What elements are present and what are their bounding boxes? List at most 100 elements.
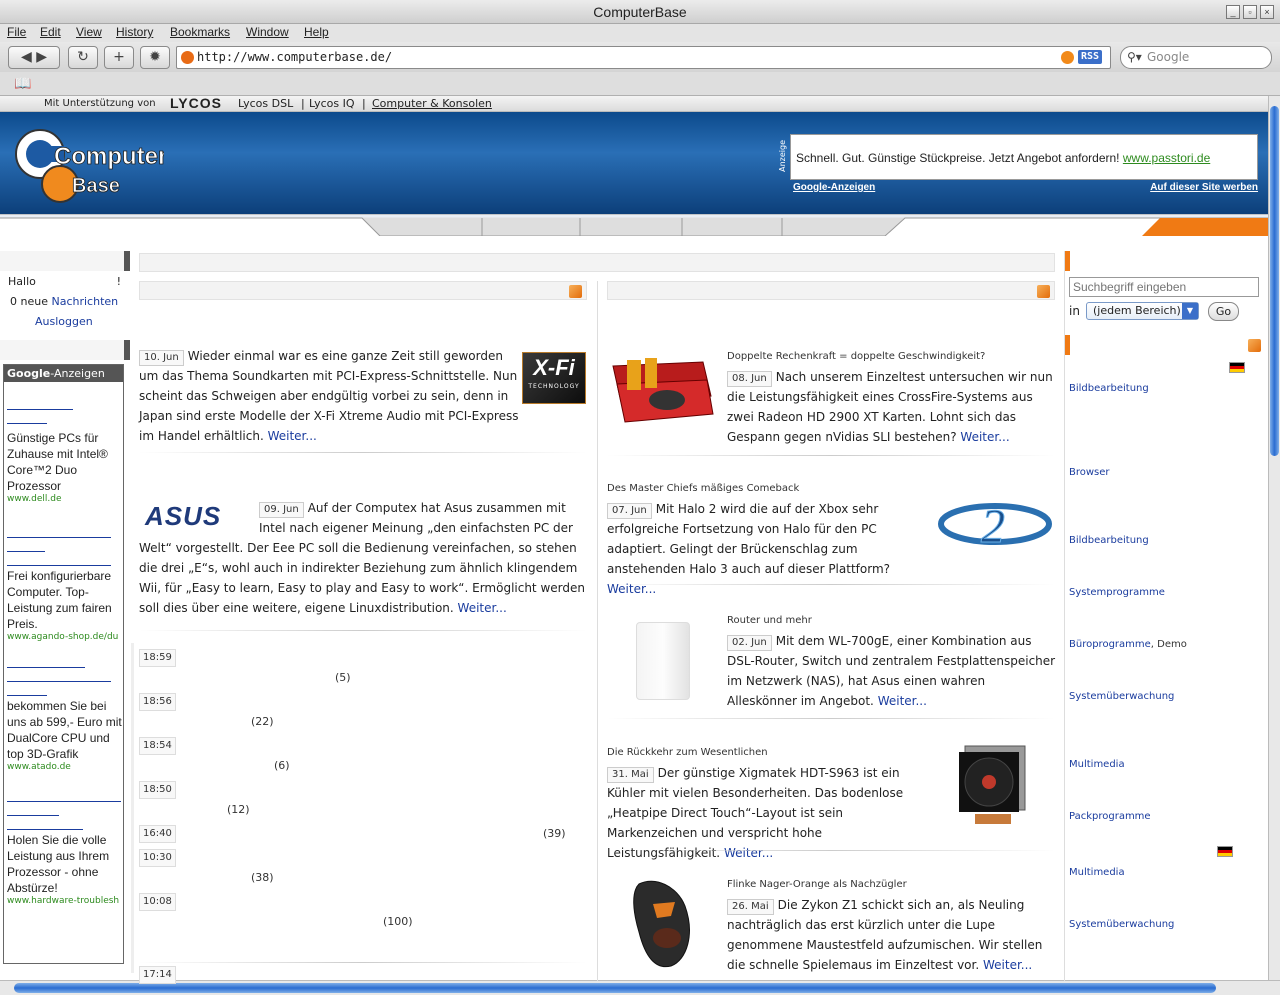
link-lycos-iq[interactable]: Lycos IQ	[309, 96, 355, 112]
menu-edit[interactable]: Edit	[40, 25, 61, 39]
top-nav-bar	[139, 253, 1055, 272]
horizontal-scrollbar[interactable]	[0, 980, 1280, 995]
advertise-link[interactable]: Auf dieser Site werben	[1150, 182, 1258, 193]
ad-link[interactable]: www.passtori.de	[1123, 151, 1210, 165]
reload-button[interactable]: ↻	[68, 46, 98, 69]
article-more-link[interactable]: Weiter...	[983, 958, 1032, 972]
left-column-header	[0, 251, 130, 271]
article-more-link[interactable]: Weiter...	[878, 694, 927, 708]
search-field[interactable]: ⚲▾ Google	[1120, 46, 1272, 69]
download-category[interactable]: Packprogramme	[1069, 811, 1151, 822]
gaming-mouse-image[interactable]	[625, 876, 705, 970]
cpu-cooler-image[interactable]	[955, 742, 1045, 834]
logout-link[interactable]: Ausloggen	[35, 315, 93, 328]
rss-button[interactable]: RSS	[1077, 50, 1102, 64]
new-tab-button[interactable]: +	[104, 46, 134, 69]
ticker-edge	[131, 643, 134, 973]
ad-link-line[interactable]	[7, 552, 111, 566]
rss-icon[interactable]	[569, 285, 582, 298]
download-category[interactable]: Systemüberwachung	[1069, 919, 1174, 930]
ad-url[interactable]: www.atado.de	[7, 762, 123, 772]
back-forward-button[interactable]: ◀ ▶	[8, 46, 60, 69]
news-more-link[interactable]: Weiter...	[458, 601, 507, 615]
article-date: 02. Jun	[727, 635, 772, 651]
bookmarks-book-icon[interactable]: 📖	[14, 76, 31, 92]
bug-icon: ✹	[149, 49, 161, 65]
address-bar[interactable]: http://www.computerbase.de/ RSS	[176, 46, 1111, 69]
ad-link-line[interactable]	[7, 816, 83, 830]
ticker-time: 18:59	[139, 649, 176, 667]
ad-link-line[interactable]	[7, 538, 45, 552]
ad-link-line[interactable]	[7, 410, 47, 424]
download-category[interactable]: Bildbearbeitung	[1069, 383, 1149, 394]
menu-history[interactable]: History	[116, 25, 153, 39]
messages-link[interactable]: Nachrichten	[51, 295, 118, 308]
google-ad-4[interactable]: Holen Sie die volle Leistung aus Ihrem P…	[7, 788, 123, 906]
minimize-button[interactable]: _	[1226, 5, 1240, 19]
menu-view[interactable]: View	[76, 25, 102, 39]
download-category[interactable]: Multimedia	[1069, 759, 1125, 770]
ad-link-line[interactable]	[7, 788, 121, 802]
ad-text: Holen Sie die volle Leistung aus Ihrem P…	[7, 833, 110, 895]
download-category[interactable]: Büroprogramme	[1069, 639, 1151, 650]
download-category[interactable]: Multimedia	[1069, 867, 1125, 878]
download-category[interactable]: Browser	[1069, 467, 1110, 478]
menu-file[interactable]: File	[7, 25, 26, 39]
link-computer-konsolen[interactable]: Computer & Konsolen	[372, 96, 492, 112]
ad-link-line[interactable]	[7, 682, 47, 696]
google-ads-link[interactable]: Google-Anzeigen	[793, 182, 875, 193]
separator	[139, 452, 587, 453]
vertical-scrollbar[interactable]	[1268, 96, 1280, 980]
menu-window[interactable]: Window	[246, 25, 289, 39]
ticker-count: (100)	[383, 915, 413, 928]
google-ad-3[interactable]: bekommen Sie bei uns ab 599,- Euro mit D…	[7, 654, 123, 772]
xfi-logo-image[interactable]: X-Fi TECHNOLOGY	[522, 352, 586, 404]
search-go-button[interactable]: Go	[1208, 302, 1239, 321]
ad-url[interactable]: www.hardware-troublesh	[7, 896, 123, 906]
article-more-link[interactable]: Weiter...	[960, 430, 1009, 444]
rss-icon[interactable]	[1248, 339, 1261, 352]
ad-link-line[interactable]	[7, 396, 73, 410]
close-button[interactable]: ×	[1260, 5, 1274, 19]
site-search-input[interactable]	[1069, 277, 1259, 297]
url-text: http://www.computerbase.de/	[197, 50, 393, 64]
lycos-logo[interactable]: LYCOS	[170, 95, 222, 111]
ad-url[interactable]: www.agando-shop.de/du	[7, 632, 123, 642]
google-ad-2[interactable]: Frei konfigurierbare Computer. Top-Leist…	[7, 524, 123, 642]
svg-text:2: 2	[981, 500, 1005, 553]
menu-help[interactable]: Help	[304, 25, 329, 39]
download-extra: , Demo	[1150, 639, 1187, 650]
german-flag-icon	[1217, 846, 1233, 857]
computerbase-logo[interactable]: Computer Base	[14, 120, 164, 210]
graphics-card-image[interactable]	[607, 352, 717, 430]
article-kicker: Flinke Nager-Orange als Nachzügler	[727, 879, 907, 890]
download-category[interactable]: Systemüberwachung	[1069, 691, 1174, 702]
article-more-link[interactable]: Weiter...	[724, 846, 773, 860]
download-category[interactable]: Systemprogramme	[1069, 587, 1165, 598]
vertical-scroll-thumb[interactable]	[1270, 106, 1279, 456]
menu-bookmarks[interactable]: Bookmarks	[170, 25, 230, 39]
ad-text-box[interactable]: Schnell. Gut. Günstige Stückpreise. Jetz…	[790, 134, 1258, 180]
download-category[interactable]: Bildbearbeitung	[1069, 535, 1149, 546]
ad-link-line[interactable]	[7, 654, 85, 668]
separator	[139, 962, 587, 963]
ad-link-line[interactable]	[7, 524, 111, 538]
horizontal-scroll-thumb[interactable]	[14, 983, 1216, 993]
news-more-link[interactable]: Weiter...	[268, 429, 317, 443]
ad-url[interactable]: www.dell.de	[7, 494, 123, 504]
rss-icon[interactable]	[1037, 285, 1050, 298]
search-scope-select[interactable]: (jedem Bereich) ▼	[1086, 302, 1199, 320]
left-ads-header	[0, 340, 130, 360]
google-ad-1[interactable]: Günstige PCs für Zuhause mit Intel® Core…	[7, 396, 123, 504]
site-favicon-icon	[181, 51, 194, 64]
maximize-button[interactable]: ▫	[1243, 5, 1257, 19]
article-item-2: Des Master Chiefs mäßiges Comeback 07. J…	[607, 482, 937, 599]
halo2-logo-image[interactable]: 2	[935, 494, 1055, 554]
ad-link-line[interactable]	[7, 802, 59, 816]
ad-link-line[interactable]	[7, 668, 111, 682]
link-lycos-dsl[interactable]: Lycos DSL	[238, 96, 293, 112]
router-image[interactable]	[636, 622, 690, 700]
bug-button[interactable]: ✹	[140, 46, 170, 69]
feed-icon[interactable]	[1061, 51, 1074, 64]
ticker-time: 18:56	[139, 693, 176, 711]
